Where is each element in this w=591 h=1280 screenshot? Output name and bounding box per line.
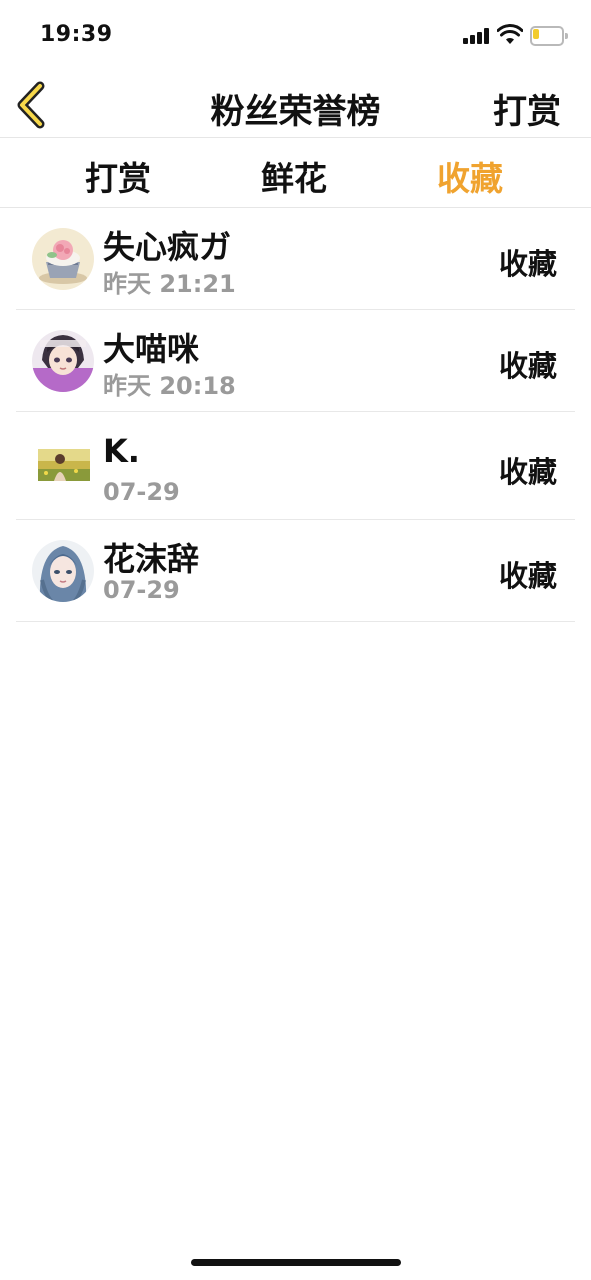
fan-name: 失心疯ガ bbox=[103, 228, 232, 266]
wifi-icon bbox=[497, 24, 523, 44]
cupcake-avatar-icon bbox=[32, 228, 94, 290]
field-photo-avatar-icon bbox=[32, 435, 94, 497]
fan-action: 收藏 bbox=[498, 559, 557, 593]
reward-button[interactable]: 打赏 bbox=[493, 84, 561, 133]
list-item[interactable]: 失心疯ガ 昨天 21:21 收藏 bbox=[16, 208, 575, 310]
screen: 19:39 粉丝荣誉榜 打赏 打赏 鲜花 收藏 失心疯ガ 昨天 21:21 收藏… bbox=[0, 0, 591, 1280]
fan-action: 收藏 bbox=[498, 455, 557, 489]
fan-action: 收藏 bbox=[498, 247, 557, 281]
cellular-signal-icon bbox=[463, 28, 491, 44]
fan-name: 花沫辞 bbox=[103, 540, 200, 578]
fan-time: 昨天 20:18 bbox=[103, 372, 236, 400]
status-bar: 19:39 bbox=[0, 0, 591, 72]
fan-name: 大喵咪 bbox=[103, 330, 200, 368]
tab-bar: 打赏 鲜花 收藏 bbox=[0, 138, 591, 208]
anime-girl-avatar-icon bbox=[32, 330, 94, 392]
list-item[interactable]: K. 07-29 收藏 bbox=[16, 412, 575, 520]
tab-favorites[interactable]: 收藏 bbox=[437, 152, 503, 200]
fan-action: 收藏 bbox=[498, 349, 557, 383]
home-indicator[interactable] bbox=[191, 1259, 401, 1266]
fan-name: K. bbox=[103, 432, 140, 470]
list-item[interactable]: 花沫辞 07-29 收藏 bbox=[16, 520, 575, 622]
fan-time: 07-29 bbox=[103, 576, 180, 604]
nav-bar: 粉丝荣誉榜 打赏 bbox=[0, 72, 591, 138]
fan-time: 07-29 bbox=[103, 478, 180, 506]
list-item[interactable]: 大喵咪 昨天 20:18 收藏 bbox=[16, 310, 575, 412]
battery-icon bbox=[530, 26, 568, 46]
fan-list: 失心疯ガ 昨天 21:21 收藏 大喵咪 昨天 20:18 收藏 K. 07-2… bbox=[0, 208, 591, 622]
status-time: 19:39 bbox=[40, 22, 113, 47]
fan-time: 昨天 21:21 bbox=[103, 270, 236, 298]
tab-flowers[interactable]: 鲜花 bbox=[261, 152, 327, 200]
tab-reward[interactable]: 打赏 bbox=[85, 152, 151, 200]
blue-hair-avatar-icon bbox=[32, 540, 94, 602]
